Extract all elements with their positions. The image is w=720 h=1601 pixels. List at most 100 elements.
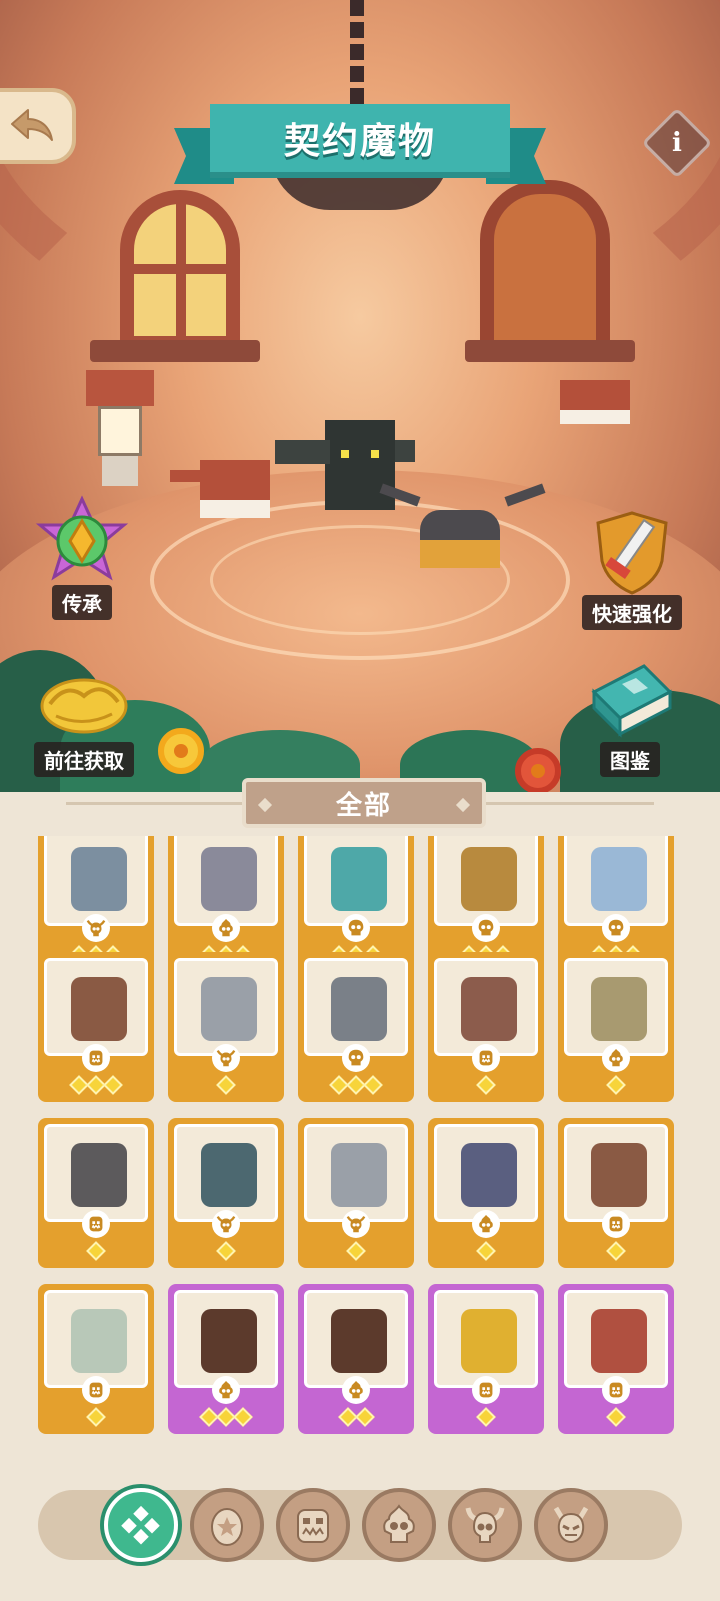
star-rating: [298, 1406, 414, 1428]
monster-figure: [461, 977, 517, 1041]
egg-star-icon: [204, 1502, 250, 1548]
monster-figure: [71, 1309, 127, 1373]
monster-card[interactable]: [428, 1284, 544, 1434]
fox-monster[interactable]: [170, 450, 280, 530]
flame-skull-type-icon: [342, 1376, 370, 1404]
star-rating: [168, 1240, 284, 1262]
clover-icon: [118, 1502, 164, 1548]
monster-figure: [71, 847, 127, 911]
filter-all-label[interactable]: 全部: [242, 778, 486, 828]
star-rating: [298, 1240, 414, 1262]
skull-type-icon: [472, 914, 500, 942]
star-rating: [38, 1240, 154, 1262]
monster-portrait: [564, 958, 668, 1056]
star-icon: [476, 1407, 496, 1427]
horn-skull-tab[interactable]: [448, 1488, 522, 1562]
monster-card[interactable]: [168, 1284, 284, 1434]
chandelier-chain: [350, 0, 364, 110]
go-obtain-label: 前往获取: [34, 742, 134, 777]
flame-skull-icon: [376, 1502, 422, 1548]
monster-figure: [201, 1143, 257, 1207]
star-icon: [86, 1407, 106, 1427]
info-icon: i: [672, 127, 682, 158]
monster-figure: [591, 1309, 647, 1373]
star-rating: [428, 1240, 544, 1262]
monster-card[interactable]: [38, 952, 154, 1102]
monster-portrait: [304, 958, 408, 1056]
monster-portrait: [304, 836, 408, 926]
monster-card[interactable]: [38, 1118, 154, 1268]
monster-portrait: [434, 958, 538, 1056]
monster-portrait: [174, 836, 278, 926]
monster-portrait: [174, 958, 278, 1056]
monster-card[interactable]: [168, 1118, 284, 1268]
monster-portrait: [564, 1290, 668, 1388]
ogre-type-icon: [602, 1376, 630, 1404]
ogre-type-icon: [472, 1044, 500, 1072]
star-rating: [38, 1406, 154, 1428]
monster-figure: [331, 847, 387, 911]
star-rating: [168, 1074, 284, 1096]
star-icon: [346, 1241, 366, 1261]
monster-figure: [201, 977, 257, 1041]
star-icon: [354, 1407, 375, 1427]
title-banner: 契约魔物: [174, 104, 546, 184]
mushroom-monster[interactable]: [80, 370, 160, 510]
arched-window: [120, 190, 240, 350]
go-obtain-action[interactable]: 前往获取: [34, 652, 134, 777]
monster-card[interactable]: [298, 1118, 414, 1268]
nest-icon: [40, 678, 128, 734]
fox-monster-right[interactable]: [520, 370, 640, 440]
sword-shield-icon: [596, 511, 668, 595]
monster-card[interactable]: [298, 1284, 414, 1434]
star-icon: [476, 1241, 496, 1261]
codex-action[interactable]: 图鉴: [582, 652, 678, 777]
skull-type-icon: [342, 914, 370, 942]
monster-card[interactable]: [558, 952, 674, 1102]
monster-card[interactable]: [168, 952, 284, 1102]
ogre-type-icon: [82, 1044, 110, 1072]
inherit-action[interactable]: 传承: [34, 495, 130, 620]
monster-figure: [201, 847, 257, 911]
ogre-type-icon: [82, 1376, 110, 1404]
horn-skull-type-icon: [212, 1210, 240, 1238]
monster-card[interactable]: [428, 1118, 544, 1268]
star-icon: [606, 1075, 626, 1095]
demon-face-icon: [548, 1502, 594, 1548]
monster-card[interactable]: [558, 1118, 674, 1268]
ogre-tab[interactable]: [276, 1488, 350, 1562]
codex-label: 图鉴: [600, 742, 660, 777]
filter-header: 全部: [0, 778, 720, 828]
star-rating: [298, 1074, 414, 1096]
star-icon: [216, 1241, 236, 1261]
quick-upgrade-action[interactable]: 快速强化: [582, 505, 682, 630]
all-tab[interactable]: [104, 1488, 178, 1562]
flame-skull-tab[interactable]: [362, 1488, 436, 1562]
ogre-type-icon: [82, 1210, 110, 1238]
horned-skull-icon: [462, 1502, 508, 1548]
back-button[interactable]: [0, 88, 76, 164]
star-icon: [606, 1407, 626, 1427]
ogre-type-icon: [602, 1210, 630, 1238]
monster-figure: [591, 1143, 647, 1207]
monster-portrait: [174, 1124, 278, 1222]
monster-card[interactable]: [38, 1284, 154, 1434]
filter-label: 全部: [335, 790, 392, 821]
horn-skull-type-icon: [342, 1210, 370, 1238]
page-title: 契约魔物: [283, 121, 436, 162]
star-rating: [558, 1406, 674, 1428]
flame-skull-type-icon: [472, 1210, 500, 1238]
helmet-fish-monster[interactable]: [379, 483, 550, 580]
egg-tab[interactable]: [190, 1488, 264, 1562]
flame-skull-type-icon: [212, 1376, 240, 1404]
monster-card[interactable]: [558, 1284, 674, 1434]
inherit-label: 传承: [52, 585, 112, 620]
monster-portrait: [434, 836, 538, 926]
star-icon: [606, 1241, 626, 1261]
book-icon: [591, 664, 673, 738]
monster-card[interactable]: [298, 952, 414, 1102]
monster-card[interactable]: [428, 952, 544, 1102]
demon-tab[interactable]: [534, 1488, 608, 1562]
star-icon: [476, 1075, 496, 1095]
yellow-flower: [158, 728, 204, 774]
